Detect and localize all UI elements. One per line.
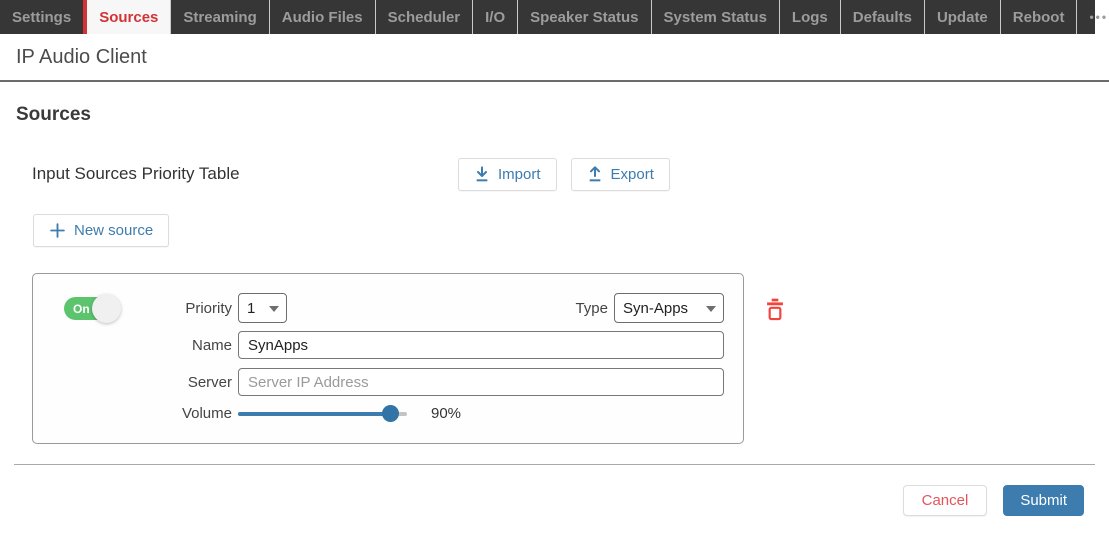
priority-select[interactable]: 1 — [238, 293, 287, 323]
volume-label: Volume — [33, 405, 232, 422]
source-card-row: On Priority 1 Type Syn-Apps — [32, 273, 1109, 444]
tab-sources[interactable]: Sources — [83, 0, 170, 34]
top-nav-bar: Settings Sources Streaming Audio Files S… — [0, 0, 1095, 34]
slider-fill — [238, 412, 390, 416]
page-title: IP Audio Client — [16, 46, 147, 69]
tab-speaker-status[interactable]: Speaker Status — [517, 0, 650, 34]
submit-button[interactable]: Submit — [1003, 485, 1084, 516]
table-toolbar: Input Sources Priority Table Import Expo… — [32, 156, 1109, 192]
name-label: Name — [33, 337, 232, 354]
volume-slider[interactable] — [238, 405, 407, 422]
tab-settings[interactable]: Settings — [0, 0, 83, 34]
export-button-label: Export — [611, 166, 654, 183]
volume-row: Volume 90% — [33, 405, 743, 422]
tab-reboot[interactable]: Reboot — [1000, 0, 1077, 34]
slider-knob[interactable] — [382, 405, 399, 422]
trash-icon — [765, 298, 785, 321]
server-row: Server — [33, 368, 743, 396]
source-card: On Priority 1 Type Syn-Apps — [32, 273, 744, 444]
section-title: Sources — [16, 104, 1109, 126]
type-select[interactable]: Syn-Apps — [614, 293, 724, 323]
priority-type-row: Priority 1 Type Syn-Apps — [33, 293, 743, 323]
name-input[interactable] — [238, 331, 724, 359]
priority-select-wrap: 1 — [238, 293, 287, 323]
footer-divider — [14, 464, 1095, 465]
type-select-wrap: Syn-Apps — [614, 293, 724, 323]
import-button-label: Import — [498, 166, 541, 183]
tab-audio-files[interactable]: Audio Files — [269, 0, 375, 34]
download-icon — [474, 166, 490, 182]
cancel-button[interactable]: Cancel — [903, 485, 988, 516]
app-header: IP Audio Client — [0, 34, 1109, 82]
tab-defaults[interactable]: Defaults — [840, 0, 924, 34]
tab-logs[interactable]: Logs — [779, 0, 840, 34]
priority-label: Priority — [33, 300, 232, 317]
tab-update[interactable]: Update — [924, 0, 1000, 34]
new-source-button-label: New source — [74, 222, 153, 239]
export-button[interactable]: Export — [571, 158, 670, 191]
import-button[interactable]: Import — [458, 158, 557, 191]
upload-icon — [587, 166, 603, 182]
new-source-button[interactable]: New source — [33, 214, 169, 247]
tab-system-status[interactable]: System Status — [651, 0, 779, 34]
name-row: Name — [33, 331, 743, 359]
volume-percent: 90% — [431, 405, 461, 422]
footer-actions: Cancel Submit — [0, 485, 1084, 516]
tab-streaming[interactable]: Streaming — [170, 0, 268, 34]
tab-scheduler[interactable]: Scheduler — [375, 0, 473, 34]
plus-icon — [49, 222, 66, 239]
more-tabs-ellipsis-icon[interactable]: ••• — [1076, 0, 1109, 34]
type-label: Type — [575, 300, 608, 317]
table-title: Input Sources Priority Table — [32, 164, 458, 184]
tab-io[interactable]: I/O — [472, 0, 517, 34]
server-label: Server — [33, 374, 232, 391]
new-source-row: New source — [33, 214, 1109, 247]
server-input[interactable] — [238, 368, 724, 396]
delete-source-button[interactable] — [765, 298, 785, 321]
